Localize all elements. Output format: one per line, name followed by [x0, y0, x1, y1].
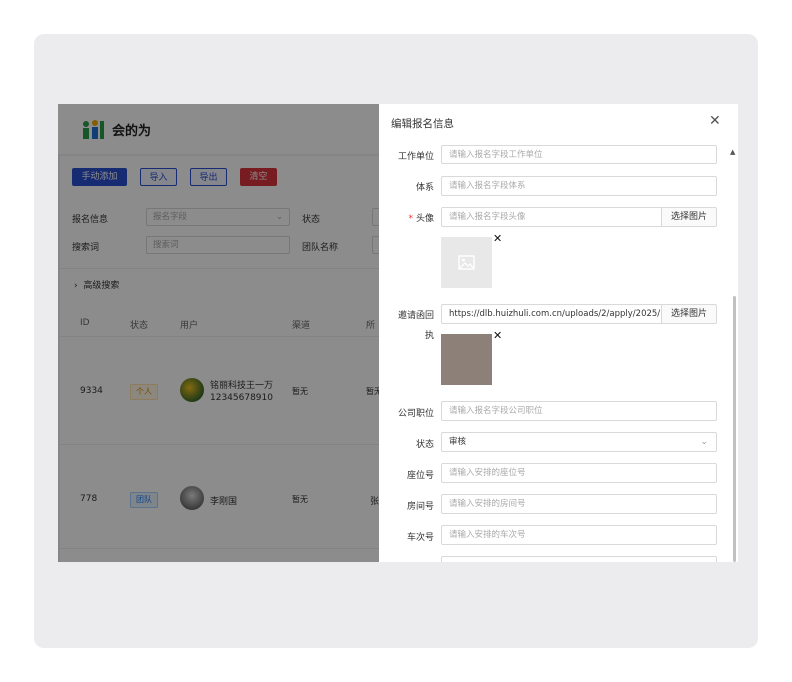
remove-invitation-icon[interactable]: ✕	[493, 329, 502, 342]
invitation-pick-image-button[interactable]: 选择图片	[661, 304, 717, 324]
status-selected-value: 审核	[449, 437, 467, 447]
drawer-title: 编辑报名信息	[391, 118, 454, 130]
avatar-pick-image-button[interactable]: 选择图片	[661, 207, 717, 227]
seat-input[interactable]: 请输入安排的座位号	[441, 463, 717, 483]
scrollbar-thumb[interactable]	[733, 296, 736, 562]
work-unit-label: 工作单位	[397, 152, 434, 162]
seat-label: 座位号	[406, 471, 434, 481]
work-unit-input[interactable]: 请输入报名字段工作单位	[441, 145, 717, 164]
avatar-label-text: 头像	[415, 214, 434, 224]
registration-list-page: 会的为 手动添加 导入 导出 清空 报名信息 报名字段 ⌄ 状态 搜索词 搜索词…	[58, 104, 379, 562]
close-icon[interactable]: ✕	[709, 113, 721, 129]
invitation-label-cont: 执	[424, 331, 434, 341]
invitation-photo-preview	[441, 334, 492, 385]
edit-registration-drawer: 编辑报名信息 ✕ 工作单位 请输入报名字段工作单位 体系 请输入报名字段体系 *…	[379, 104, 738, 562]
invitation-label: 邀请函回	[397, 311, 434, 321]
room-input[interactable]: 请输入安排的房间号	[441, 494, 717, 514]
chevron-down-icon: ⌄	[700, 437, 708, 447]
avatar-preview	[441, 237, 492, 288]
avatar-input[interactable]: 请输入报名字段头像	[441, 207, 662, 227]
room-label: 房间号	[406, 502, 434, 512]
status-select[interactable]: 审核 ⌄	[441, 432, 717, 452]
system-label: 体系	[415, 183, 434, 193]
avatar-field-label: * 头像	[379, 211, 434, 224]
image-placeholder-icon	[458, 255, 475, 270]
required-marker: *	[408, 214, 413, 224]
modal-mask[interactable]	[58, 104, 379, 562]
app-window: 会的为 手动添加 导入 导出 清空 报名信息 报名字段 ⌄ 状态 搜索词 搜索词…	[58, 104, 738, 562]
position-label: 公司职位	[397, 409, 434, 419]
system-input[interactable]: 请输入报名字段体系	[441, 176, 717, 196]
train-label: 车次号	[406, 533, 434, 543]
scroll-up-arrow-icon[interactable]: ▲	[730, 148, 735, 156]
invitation-url-input[interactable]: https://dlb.huizhuli.com.cn/uploads/2/ap…	[441, 304, 662, 324]
remove-avatar-icon[interactable]: ✕	[493, 232, 502, 245]
position-input[interactable]: 请输入报名字段公司职位	[441, 401, 717, 421]
train-input[interactable]: 请输入安排的车次号	[441, 525, 717, 545]
next-field-input[interactable]	[441, 556, 717, 562]
status-label: 状态	[415, 440, 434, 450]
